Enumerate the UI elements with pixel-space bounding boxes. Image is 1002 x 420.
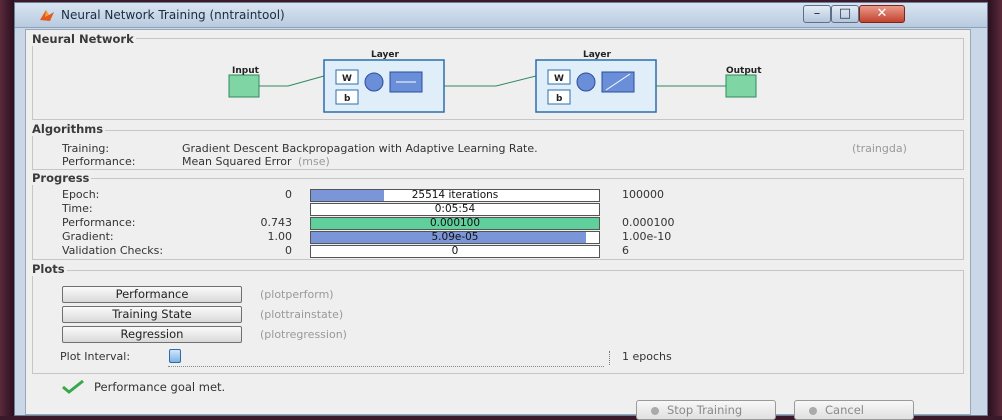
plot-interval-label: Plot Interval: <box>60 350 131 363</box>
layer-1-b-label: b <box>344 94 351 104</box>
matlab-logo-icon <box>40 10 54 21</box>
regression-plot-function: (plotregression) <box>260 328 347 341</box>
network-diagram: Input Output Layer Layer W b W b <box>228 50 762 113</box>
checkmark-icon <box>62 380 84 394</box>
time-bar-text: 0:05:54 <box>434 203 476 215</box>
slider-end-tick <box>609 351 610 365</box>
time-bar: 0:05:54 <box>310 203 600 216</box>
epoch-start: 0 <box>285 188 292 201</box>
stop-training-label: Stop Training <box>667 403 743 417</box>
minimize-icon: – <box>813 6 821 21</box>
cancel-button[interactable]: Cancel <box>794 400 914 420</box>
background-right <box>988 0 1002 416</box>
gradient-end: 1.00e-10 <box>622 230 672 243</box>
window-title: Neural Network Training (nntraintool) <box>61 8 285 22</box>
close-button[interactable]: ✕ <box>859 5 905 23</box>
epoch-bar: 25514 iterations <box>310 189 600 202</box>
time-label: Time: <box>62 202 93 215</box>
nntraintool-window: Neural Network Training (nntraintool) – … <box>14 2 988 420</box>
status-message: Performance goal met. <box>94 380 226 394</box>
epoch-bar-text: 25514 iterations <box>411 189 499 201</box>
dialog-body: Neural Network Input Output Layer Layer … <box>25 29 971 420</box>
maximize-icon: □ <box>838 6 852 21</box>
epoch-label: Epoch: <box>62 188 100 201</box>
training-value: Gradient Descent Backpropagation with Ad… <box>182 142 538 155</box>
algorithms-title: Algorithms <box>30 122 106 136</box>
performance-bar: 0.000100 <box>310 217 600 230</box>
cancel-label: Cancel <box>825 403 864 417</box>
performance-label: Performance: <box>62 155 136 168</box>
plot-interval-value: 1 epochs <box>622 350 672 363</box>
epoch-end: 100000 <box>622 188 664 201</box>
training-state-plot-function: (plottrainstate) <box>260 308 344 321</box>
layer-1-w-label: W <box>342 74 352 84</box>
output-label: Output <box>726 66 762 76</box>
maximize-button[interactable]: □ <box>831 5 859 23</box>
validation-bar-text: 0 <box>451 245 459 257</box>
validation-start: 0 <box>285 244 292 257</box>
stop-icon <box>651 407 659 415</box>
layer-1-label: Layer <box>371 50 400 60</box>
training-function: (traingda) <box>852 142 907 155</box>
layer-2-label: Layer <box>583 50 612 60</box>
regression-plot-button[interactable]: Regression <box>62 326 242 343</box>
validation-bar: 0 <box>310 245 600 258</box>
progress-title: Progress <box>30 171 92 185</box>
validation-label: Validation Checks: <box>62 244 164 257</box>
output-box <box>725 74 757 98</box>
plots-title: Plots <box>30 262 67 276</box>
gradient-bar-text: 5.09e-05 <box>431 231 479 243</box>
training-state-plot-button[interactable]: Training State <box>62 306 242 323</box>
training-label: Training: <box>62 142 110 155</box>
validation-end: 6 <box>622 244 629 257</box>
performance-end: 0.000100 <box>622 216 675 229</box>
minimize-button[interactable]: – <box>803 5 831 23</box>
plot-interval-slider[interactable] <box>168 352 604 367</box>
background-left <box>0 0 14 416</box>
performance-start: 0.743 <box>260 216 293 229</box>
layer-2-sum <box>576 72 596 92</box>
plot-interval-slider-thumb[interactable] <box>169 349 181 363</box>
performance-value: Mean Squared Error <box>182 155 292 168</box>
gradient-bar: 5.09e-05 <box>310 231 600 244</box>
stop-training-button[interactable]: Stop Training <box>636 400 776 420</box>
performance-bar-text: 0.000100 <box>429 217 481 229</box>
cancel-icon <box>809 407 817 415</box>
gradient-label: Gradient: <box>62 230 114 243</box>
performance-plot-function: (plotperform) <box>260 288 334 301</box>
performance-plot-button[interactable]: Performance <box>62 286 242 303</box>
title-bar[interactable]: Neural Network Training (nntraintool) – … <box>15 3 987 28</box>
layer-2-w-label: W <box>554 74 564 84</box>
layer-2-b-label: b <box>556 94 563 104</box>
performance-progress-label: Performance: <box>62 216 136 229</box>
close-icon: ✕ <box>876 6 888 21</box>
performance-function: (mse) <box>298 155 330 168</box>
input-box <box>228 74 260 98</box>
input-label: Input <box>232 66 260 76</box>
gradient-start: 1.00 <box>267 230 293 243</box>
layer-1-sum <box>364 72 384 92</box>
